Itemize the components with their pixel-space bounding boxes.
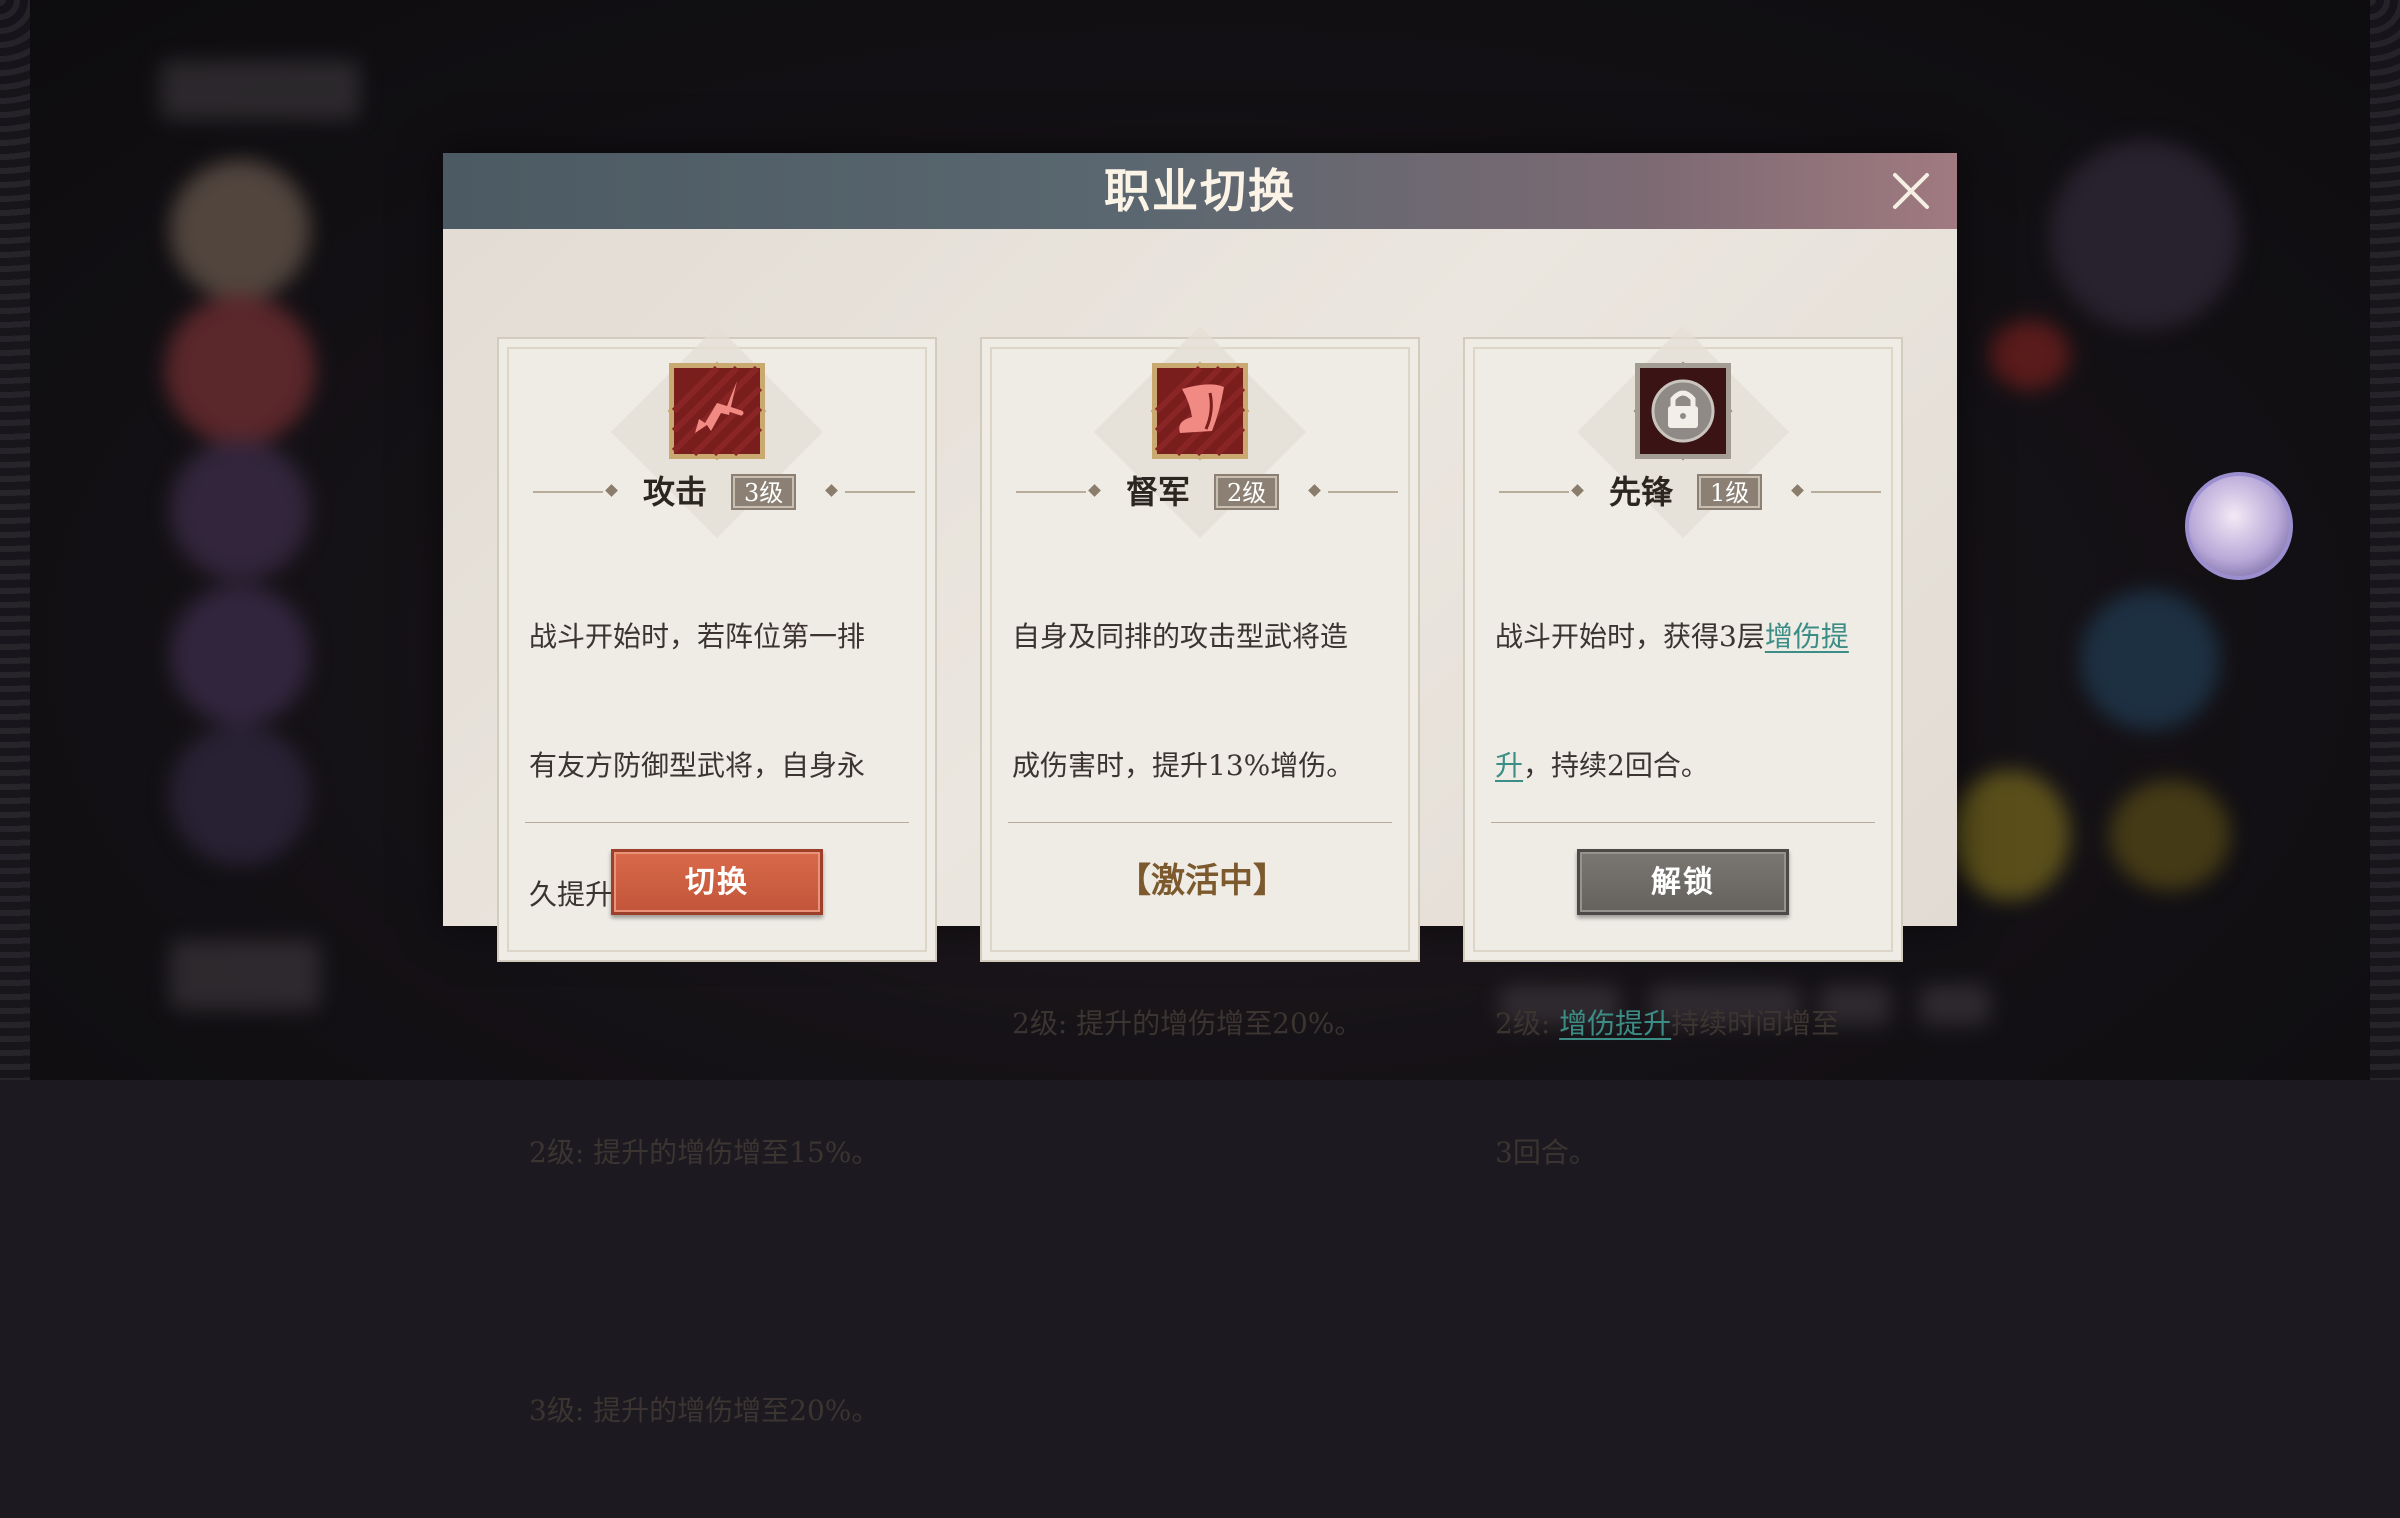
class-name: 先锋 (1609, 473, 1674, 511)
bracket-left: 【 (1117, 861, 1151, 901)
class-card-vanguard: 先锋 1级 战斗开始时，获得3层增伤提 升，持续2回合。 2级: 增伤提升持续时… (1463, 325, 1903, 1169)
title-ornament (825, 484, 838, 497)
class-switch-dialog: 职业切换 攻击 3级 战斗开始时，若阵位第一排 有友方防御型武将，自身永 2级:… (443, 153, 1957, 1427)
damage-boost-link[interactable]: 升 (1495, 749, 1523, 782)
unlock-button[interactable]: 解锁 (1577, 849, 1789, 915)
title-ornament (1308, 484, 1321, 497)
title-ornament (1571, 484, 1584, 497)
dialog-header: 职业切换 (443, 153, 1957, 229)
desc-text: 2级: (1495, 1007, 1560, 1040)
class-card-commander: 督军 2级 自身及同排的攻击型武将造 成伤害时，提升13%增伤。 2级: 提升的… (980, 325, 1420, 1040)
damage-boost-link[interactable]: 增伤提 (1765, 620, 1849, 653)
desc-line: 升，持续2回合。 (1495, 744, 1873, 787)
card-divider (1008, 822, 1392, 823)
title-ornament (605, 484, 618, 497)
desc-line: 3回合。 (1495, 1136, 1597, 1169)
card-title-row: 督军 2级 (982, 467, 1418, 517)
desc-line: 2级: 提升的增伤增至15%。 (529, 1136, 880, 1169)
horn-icon (1140, 351, 1260, 471)
title-ornament (1088, 484, 1101, 497)
desc-line: 自身及同排的攻击型武将造 (1012, 620, 1349, 653)
class-name: 督军 (1126, 473, 1191, 511)
desc-text: 战斗开始时，获得3层 (1495, 620, 1765, 653)
card-divider (525, 822, 909, 823)
title-divider-right (1328, 491, 1398, 493)
close-icon[interactable] (1887, 167, 1935, 215)
desc-line: 有友方防御型武将，自身永 (529, 749, 866, 782)
desc-line: 战斗开始时，若阵位第一排 (529, 620, 866, 653)
title-ornament (1791, 484, 1804, 497)
card-title-row: 攻击 3级 (499, 467, 935, 517)
level-badge: 1级 (1696, 474, 1763, 510)
desc-line: 2级: 提升的增伤增至20%。 (1012, 1007, 1363, 1040)
desc-line: 3级: 提升的增伤增至20%。 (529, 1394, 880, 1427)
title-divider-right (845, 491, 915, 493)
switch-button[interactable]: 切换 (611, 849, 823, 915)
floating-avatar-button[interactable] (2185, 472, 2293, 580)
level-badge: 3级 (730, 474, 797, 510)
title-divider-left (1499, 491, 1569, 493)
card-title-row: 先锋 1级 (1465, 467, 1901, 517)
desc-text: 持续时间增至 (1671, 1007, 1840, 1040)
desc-line (529, 1260, 907, 1303)
damage-boost-link[interactable]: 增伤提升 (1559, 1007, 1671, 1040)
desc-text: ，持续2回合。 (1523, 749, 1709, 782)
sword-icon (657, 351, 777, 471)
desc-line (529, 1002, 907, 1045)
class-description: 战斗开始时，若阵位第一排 有友方防御型武将，自身永 久提升10%增伤。 2级: … (529, 529, 907, 1518)
card-divider (1491, 822, 1875, 823)
active-status-text: 激活中 (1151, 861, 1253, 901)
lock-icon (1623, 351, 1743, 471)
class-description: 自身及同排的攻击型武将造 成伤害时，提升13%增伤。 2级: 提升的增伤增至20… (1012, 529, 1390, 1131)
title-divider-left (533, 491, 603, 493)
level-badge: 2级 (1213, 474, 1280, 510)
title-divider-right (1811, 491, 1881, 493)
class-name: 攻击 (643, 473, 708, 511)
dialog-body: 攻击 3级 战斗开始时，若阵位第一排 有友方防御型武将，自身永 久提升10%增伤… (443, 229, 1957, 1427)
desc-line: 战斗开始时，获得3层增伤提 (1495, 615, 1873, 658)
dialog-title: 职业切换 (1104, 164, 1296, 218)
class-card-attack: 攻击 3级 战斗开始时，若阵位第一排 有友方防御型武将，自身永 久提升10%增伤… (497, 325, 937, 1427)
bracket-right: 】 (1253, 861, 1287, 901)
desc-line: 2级: 增伤提升持续时间增至 (1495, 1002, 1873, 1045)
desc-line: 成伤害时，提升13%增伤。 (1012, 749, 1355, 782)
title-divider-left (1016, 491, 1086, 493)
active-status-label: 【激活中】 (1117, 849, 1329, 915)
